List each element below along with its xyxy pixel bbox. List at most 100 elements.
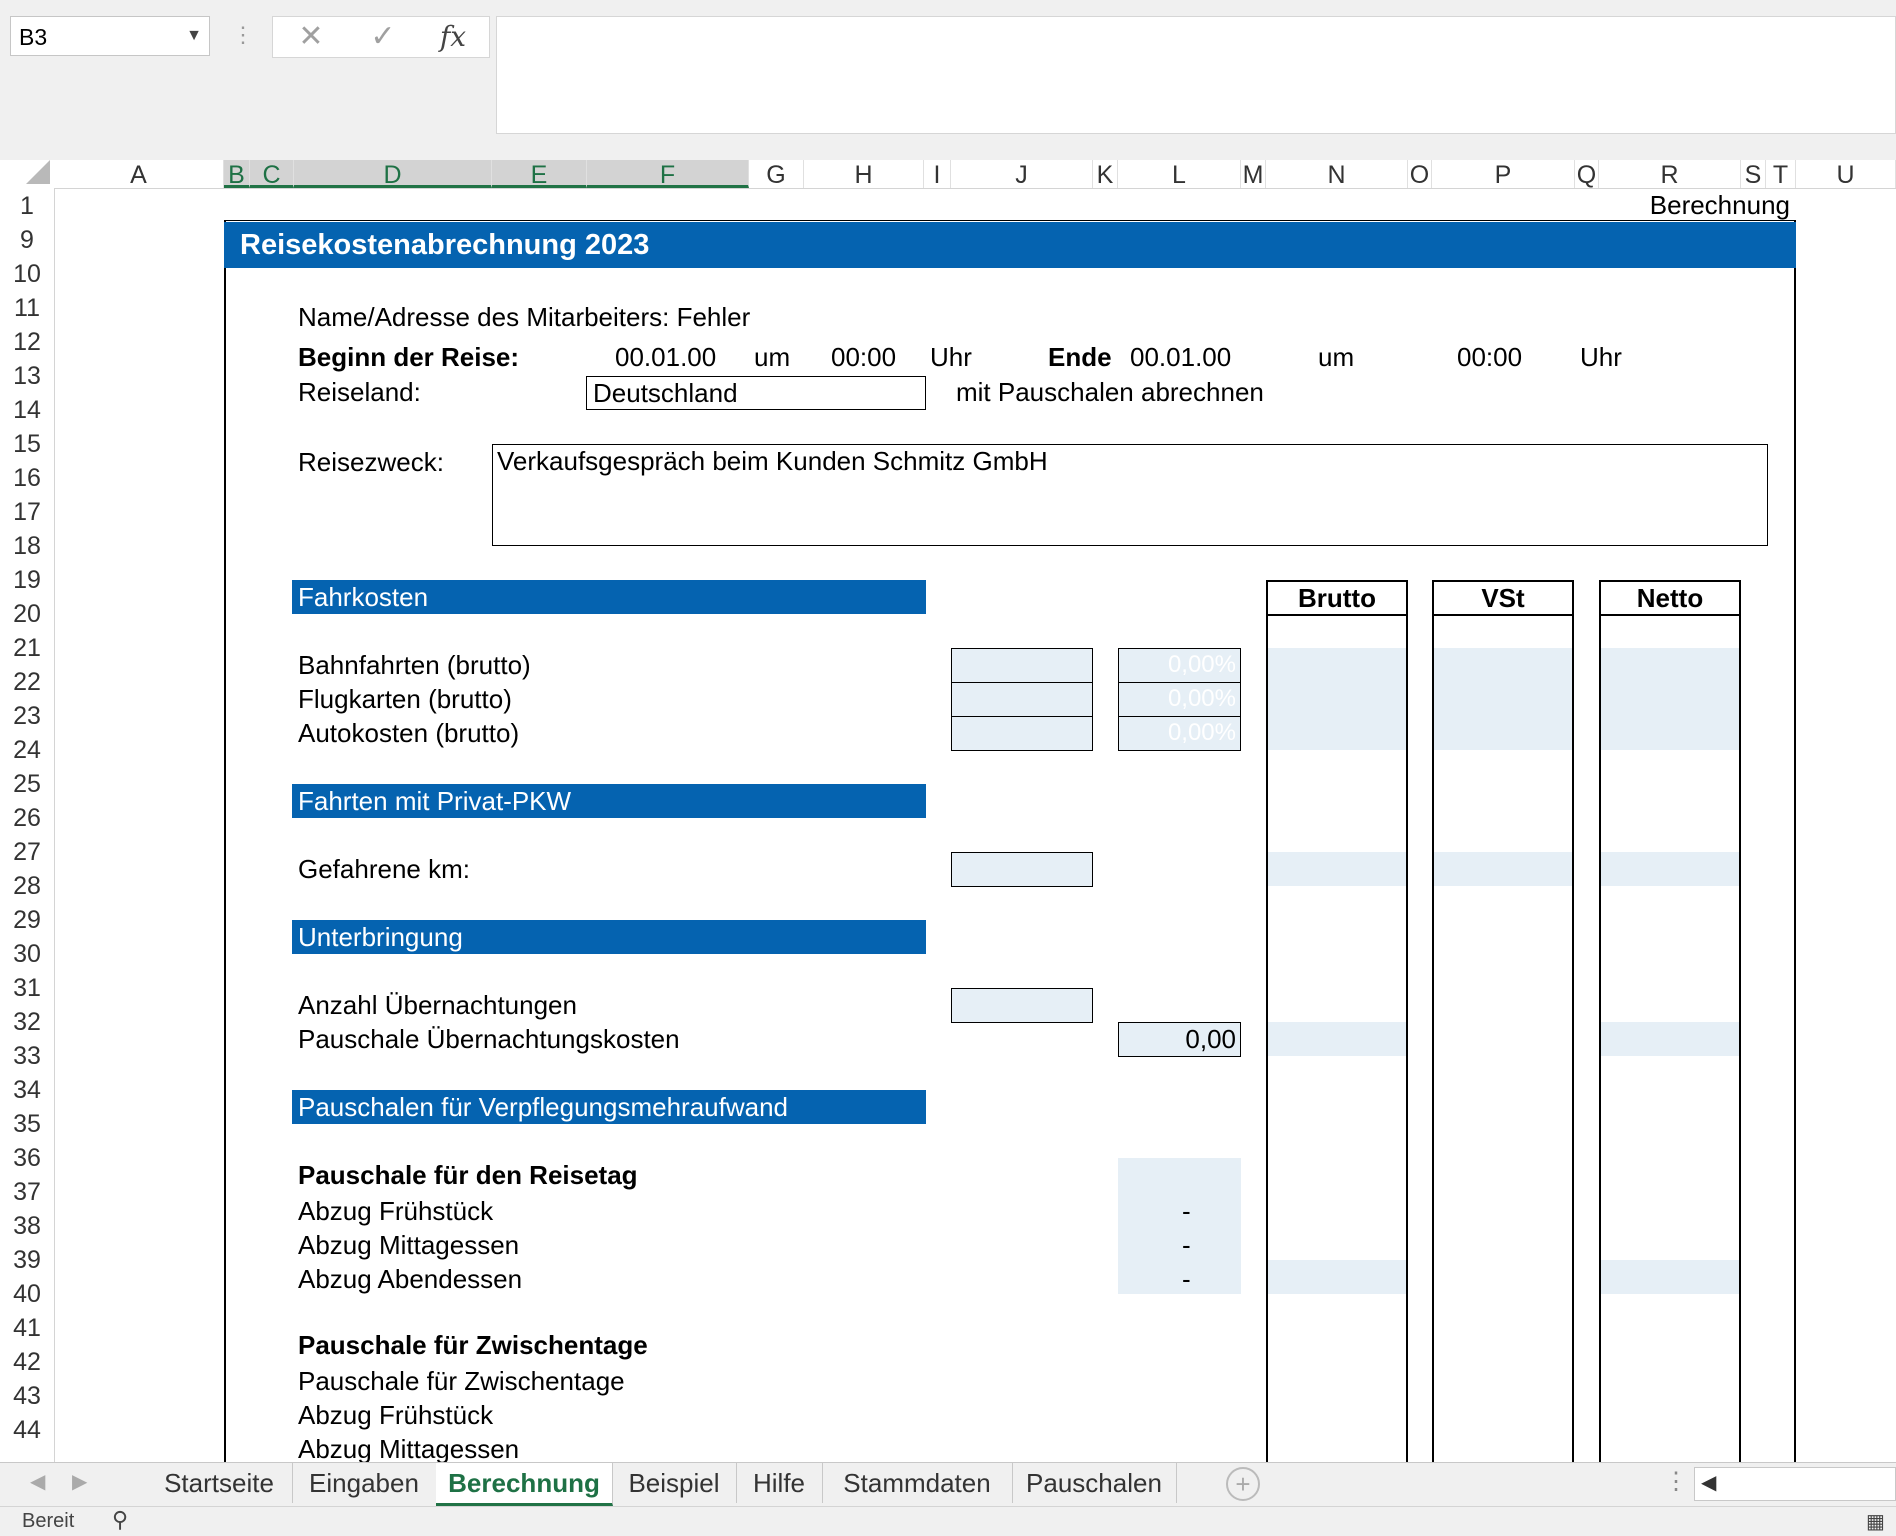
scroll-left-arrow-icon[interactable]: ◀ [1701, 1470, 1716, 1495]
column-header-b[interactable]: B [224, 160, 250, 189]
tab-stammdaten[interactable]: Stammdaten [822, 1463, 1013, 1503]
scroll-right-icon[interactable]: ▶ [72, 1469, 87, 1494]
flug-vat-rate[interactable]: 0,00% [1118, 682, 1241, 717]
row-header-10[interactable]: 10 [0, 256, 54, 290]
column-header-l[interactable]: L [1118, 160, 1241, 189]
row-header-28[interactable]: 28 [0, 868, 54, 902]
row-header-11[interactable]: 11 [0, 290, 54, 324]
row-header-43[interactable]: 43 [0, 1378, 54, 1412]
column-header-n[interactable]: N [1266, 160, 1408, 189]
column-header-g[interactable]: G [749, 160, 804, 189]
sheet-tab-bar: ◀ ▶ Startseite Eingaben Berechnung Beispiel… [0, 1462, 1896, 1507]
chevron-down-icon[interactable]: ▼ [180, 16, 208, 56]
flug-input[interactable] [951, 682, 1093, 717]
night-flat-value[interactable]: 0,00 [1118, 1022, 1241, 1057]
scroll-left-icon[interactable]: ◀ [30, 1469, 45, 1494]
column-header-i[interactable]: I [924, 160, 951, 189]
horizontal-scrollbar[interactable]: ◀ [1694, 1467, 1896, 1501]
begin-date[interactable]: 00.01.00 [615, 342, 716, 373]
column-header-p[interactable]: P [1432, 160, 1575, 189]
bahn-vat-rate[interactable]: 0,00% [1118, 648, 1241, 683]
row-header-25[interactable]: 25 [0, 766, 54, 800]
km-input[interactable] [951, 852, 1093, 887]
auto-vat-rate[interactable]: 0,00% [1118, 716, 1241, 751]
column-header-k[interactable]: K [1093, 160, 1118, 189]
column-header-d[interactable]: D [294, 160, 492, 189]
row-header-33[interactable]: 33 [0, 1038, 54, 1072]
row-header-37[interactable]: 37 [0, 1174, 54, 1208]
begin-label: Beginn der Reise: [298, 342, 520, 372]
end-time[interactable]: 00:00 [1457, 342, 1522, 373]
row-header-42[interactable]: 42 [0, 1344, 54, 1378]
formula-input[interactable] [496, 16, 1896, 134]
column-header-q[interactable]: Q [1575, 160, 1599, 189]
row-header-36[interactable]: 36 [0, 1140, 54, 1174]
row-header-44[interactable]: 44 [0, 1412, 54, 1446]
row-header-9[interactable]: 9 [0, 222, 54, 256]
column-header-o[interactable]: O [1408, 160, 1432, 189]
row-header-1[interactable]: 1 [0, 188, 54, 222]
column-header-s[interactable]: S [1741, 160, 1766, 189]
tab-berechnung[interactable]: Berechnung [436, 1463, 613, 1506]
row-header-29[interactable]: 29 [0, 902, 54, 936]
cancel-icon[interactable]: ✕ [291, 17, 331, 57]
nights-input[interactable] [951, 988, 1093, 1023]
row-header-41[interactable]: 41 [0, 1310, 54, 1344]
column-header-c[interactable]: C [250, 160, 294, 189]
auto-input[interactable] [951, 716, 1093, 751]
row-header-19[interactable]: 19 [0, 562, 54, 596]
column-header-f[interactable]: F [587, 160, 749, 189]
row-header-12[interactable]: 12 [0, 324, 54, 358]
tab-pauschalen[interactable]: Pauschalen [1012, 1463, 1177, 1503]
column-header-h[interactable]: H [804, 160, 924, 189]
row-header-31[interactable]: 31 [0, 970, 54, 1004]
row-header-32[interactable]: 32 [0, 1004, 54, 1038]
column-header-e[interactable]: E [492, 160, 587, 189]
row-header-23[interactable]: 23 [0, 698, 54, 732]
add-sheet-icon[interactable]: + [1226, 1467, 1260, 1501]
nights-label: Anzahl Übernachtungen [298, 990, 577, 1020]
row-header-16[interactable]: 16 [0, 460, 54, 494]
begin-time[interactable]: 00:00 [831, 342, 896, 373]
row-header-21[interactable]: 21 [0, 630, 54, 664]
row-header-39[interactable]: 39 [0, 1242, 54, 1276]
tab-hilfe[interactable]: Hilfe [736, 1463, 823, 1503]
accessibility-icon[interactable]: ⚲ [112, 1507, 128, 1533]
row-header-26[interactable]: 26 [0, 800, 54, 834]
row-header-38[interactable]: 38 [0, 1208, 54, 1242]
tab-eingaben[interactable]: Eingaben [292, 1463, 437, 1503]
column-header-a[interactable]: A [54, 160, 224, 189]
insert-function-icon[interactable]: fx [433, 17, 473, 57]
netto-column [1599, 580, 1741, 1470]
row-header-40[interactable]: 40 [0, 1276, 54, 1310]
row-header-34[interactable]: 34 [0, 1072, 54, 1106]
confirm-icon[interactable]: ✓ [363, 17, 403, 57]
row-header-30[interactable]: 30 [0, 936, 54, 970]
column-header-u[interactable]: U [1796, 160, 1896, 189]
purpose-field[interactable]: Verkaufsgespräch beim Kunden Schmitz Gmb… [492, 444, 1768, 546]
row-header-27[interactable]: 27 [0, 834, 54, 868]
tab-beispiel[interactable]: Beispiel [612, 1463, 737, 1503]
bahn-input[interactable] [951, 648, 1093, 683]
row-header-14[interactable]: 14 [0, 392, 54, 426]
row-header-15[interactable]: 15 [0, 426, 54, 460]
view-normal-icon[interactable]: ▦ [1866, 1509, 1885, 1534]
section-verpflegung: Pauschalen für Verpflegungsmehraufwand [292, 1090, 926, 1124]
row-header-22[interactable]: 22 [0, 664, 54, 698]
end-date[interactable]: 00.01.00 [1130, 342, 1231, 373]
row-header-13[interactable]: 13 [0, 358, 54, 392]
tab-startseite[interactable]: Startseite [146, 1463, 293, 1503]
section-unterbringung: Unterbringung [292, 920, 926, 954]
flug-label: Flugkarten (brutto) [298, 684, 512, 714]
row-header-18[interactable]: 18 [0, 528, 54, 562]
country-field[interactable]: Deutschland [586, 376, 926, 410]
km-label: Gefahrene km: [298, 854, 470, 884]
column-header-j[interactable]: J [951, 160, 1093, 189]
column-header-m[interactable]: M [1241, 160, 1266, 189]
row-header-20[interactable]: 20 [0, 596, 54, 630]
row-header-35[interactable]: 35 [0, 1106, 54, 1140]
row-header-17[interactable]: 17 [0, 494, 54, 528]
column-header-t[interactable]: T [1766, 160, 1796, 189]
column-header-r[interactable]: R [1599, 160, 1741, 189]
row-header-24[interactable]: 24 [0, 732, 54, 766]
